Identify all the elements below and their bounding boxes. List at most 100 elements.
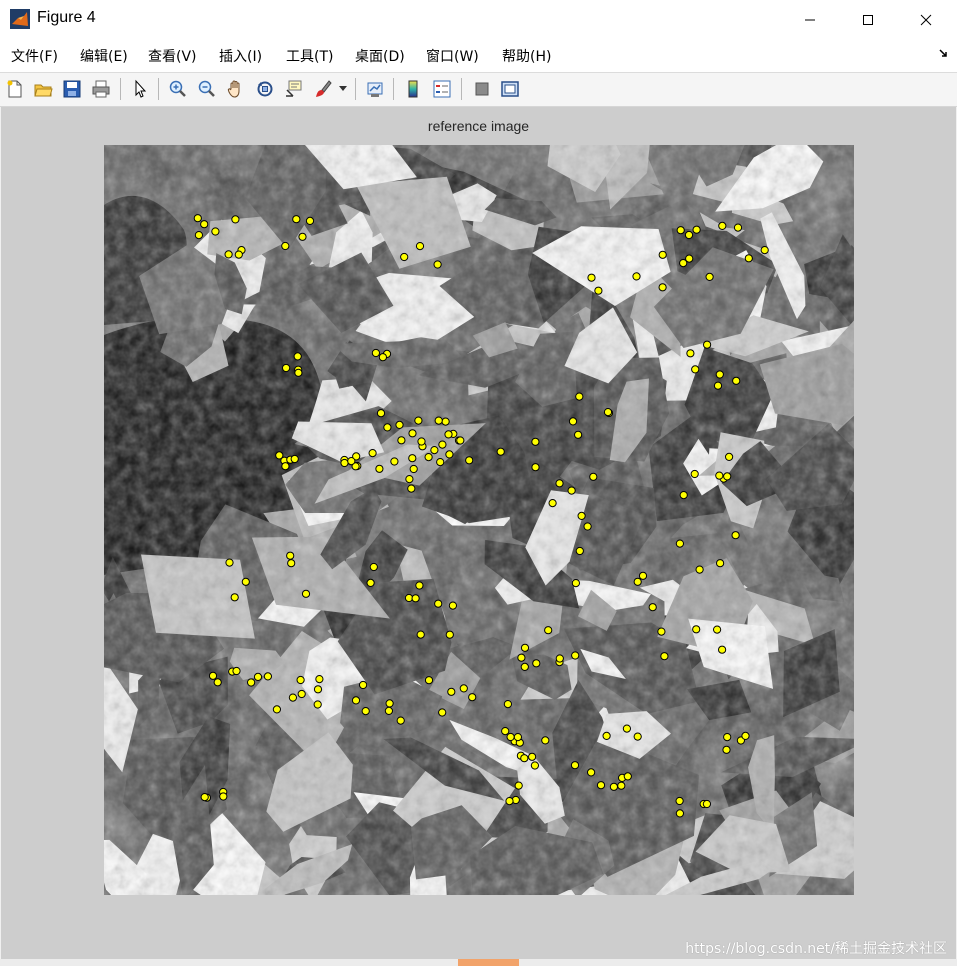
- feature-point-marker: [528, 752, 537, 761]
- feature-point-marker: [733, 223, 743, 232]
- feature-point-marker: [496, 447, 505, 456]
- feature-point-marker: [290, 454, 299, 464]
- feature-point-marker: [286, 551, 295, 560]
- feature-point-marker: [298, 232, 307, 241]
- feature-point-marker: [390, 457, 399, 466]
- feature-point-marker: [725, 452, 734, 461]
- pan-hand-icon[interactable]: [224, 77, 248, 101]
- data-cursor-icon[interactable]: [282, 77, 306, 101]
- feature-point-marker: [686, 349, 695, 358]
- feature-point-marker: [713, 625, 722, 634]
- feature-point-marker: [241, 577, 250, 586]
- feature-point-marker: [375, 464, 384, 473]
- feature-point-marker: [517, 653, 526, 662]
- feature-point-marker: [603, 408, 613, 417]
- menu-file[interactable]: 文件(F): [11, 46, 58, 66]
- feature-point-marker: [434, 599, 443, 608]
- feature-point-marker: [417, 437, 426, 446]
- feature-point-marker: [445, 630, 454, 639]
- new-figure-icon[interactable]: [3, 77, 27, 101]
- feature-point-marker: [541, 736, 550, 745]
- toolbar-separator: [120, 78, 121, 100]
- menu-window[interactable]: 窗口(W): [426, 46, 479, 66]
- feature-point-marker: [744, 254, 753, 263]
- matlab-icon: [10, 9, 30, 29]
- feature-point-marker: [567, 486, 576, 495]
- feature-point-marker: [594, 286, 603, 295]
- feature-point-marker: [408, 429, 417, 438]
- hide-plot-tools-icon[interactable]: [470, 77, 494, 101]
- feature-point-marker: [648, 603, 657, 612]
- rotate-3d-icon[interactable]: [253, 77, 277, 101]
- print-icon[interactable]: [89, 77, 113, 101]
- feature-point-marker: [575, 546, 584, 556]
- feature-point-marker: [575, 392, 584, 401]
- dock-arrow-icon[interactable]: [939, 48, 949, 61]
- feature-point-marker: [718, 221, 727, 231]
- title-bar[interactable]: Figure 4: [0, 0, 957, 40]
- menu-help[interactable]: 帮助(H): [502, 46, 551, 66]
- feature-point-marker: [589, 472, 598, 481]
- feature-point-marker: [568, 417, 578, 426]
- feature-point-marker: [408, 454, 417, 463]
- legend-icon[interactable]: [430, 77, 454, 101]
- menu-insert[interactable]: 插入(I): [219, 46, 262, 66]
- brush-dropdown-icon[interactable]: [336, 77, 350, 101]
- select-arrow-icon[interactable]: [128, 77, 152, 101]
- feature-point-marker: [411, 594, 420, 603]
- image-axes[interactable]: [104, 145, 854, 895]
- zoom-out-icon[interactable]: [195, 77, 219, 101]
- close-button[interactable]: [897, 0, 955, 40]
- close-icon: [920, 14, 932, 26]
- feature-point-marker: [691, 365, 700, 374]
- feature-point-marker: [702, 799, 712, 809]
- feature-point-marker: [208, 671, 218, 680]
- feature-point-marker: [596, 781, 606, 790]
- feature-point-marker: [459, 684, 468, 693]
- feature-point-marker: [555, 479, 564, 488]
- feature-point-marker: [715, 370, 724, 379]
- toolbar-separator: [461, 78, 462, 100]
- menu-edit[interactable]: 编辑(E): [80, 46, 128, 66]
- feature-point-marker: [232, 666, 241, 676]
- feature-point-marker: [632, 272, 641, 281]
- feature-point-marker: [297, 689, 306, 699]
- feature-point-marker: [503, 700, 512, 709]
- feature-point-marker: [732, 376, 741, 385]
- feature-point-marker: [532, 659, 541, 668]
- feature-point-marker: [315, 675, 324, 684]
- menu-view[interactable]: 查看(V): [148, 46, 197, 66]
- feature-point-marker: [506, 732, 515, 742]
- show-plot-tools-icon[interactable]: [498, 77, 522, 101]
- menu-tools[interactable]: 工具(T): [286, 46, 333, 66]
- feature-point-marker: [520, 662, 529, 672]
- link-plot-icon[interactable]: [363, 77, 387, 101]
- figure-canvas[interactable]: reference image: [1, 107, 956, 959]
- feature-point-marker: [384, 706, 393, 716]
- feature-point-marker: [679, 491, 688, 500]
- feature-point-marker: [571, 579, 580, 588]
- feature-point-marker: [657, 627, 666, 636]
- feature-point-marker: [441, 417, 450, 426]
- feature-point-marker: [219, 792, 228, 801]
- feature-point-marker: [675, 539, 685, 548]
- open-file-icon[interactable]: [31, 77, 55, 101]
- feature-point-marker: [301, 589, 311, 598]
- zoom-in-icon[interactable]: [166, 77, 190, 101]
- save-icon[interactable]: [60, 77, 84, 101]
- feature-point-marker: [456, 436, 465, 445]
- colorbar-icon[interactable]: [401, 77, 425, 101]
- feature-point-marker: [465, 456, 474, 465]
- feature-point-marker: [438, 440, 447, 449]
- feature-point-marker: [368, 449, 377, 458]
- feature-point-marker: [587, 768, 596, 777]
- feature-point-marker: [281, 462, 290, 471]
- menu-desktop[interactable]: 桌面(D): [355, 46, 405, 66]
- minimize-button[interactable]: [781, 0, 839, 40]
- maximize-button[interactable]: [839, 0, 897, 40]
- feature-point-marker: [587, 273, 596, 282]
- feature-point-marker: [633, 577, 642, 586]
- feature-point-marker: [438, 708, 447, 717]
- feature-point-marker: [658, 250, 667, 259]
- brush-icon[interactable]: [311, 77, 335, 101]
